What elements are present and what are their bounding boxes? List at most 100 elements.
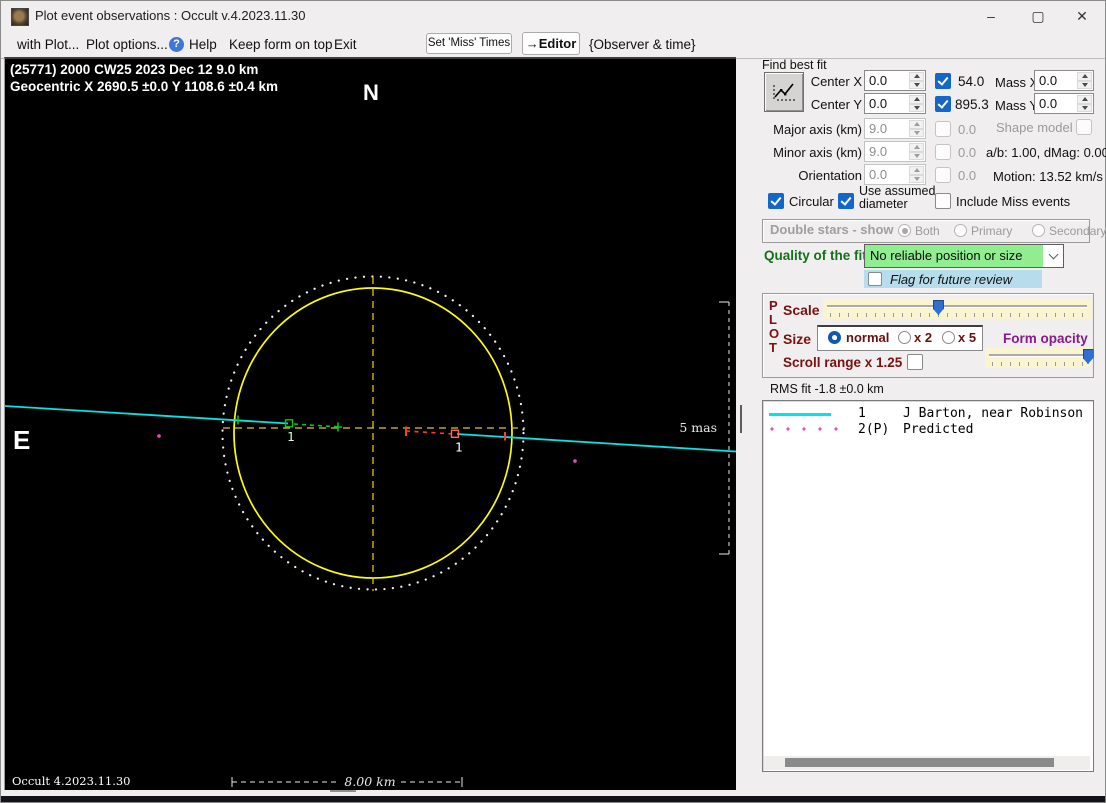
plot-letter-t: T xyxy=(769,340,777,355)
minor-axis-spinner: 9.0 xyxy=(864,141,926,162)
use-assumed-diameter-checkbox[interactable] xyxy=(838,193,854,209)
circular-label: Circular xyxy=(789,194,834,209)
double-stars-primary-label: Primary xyxy=(971,224,1013,238)
scale-label: Scale xyxy=(783,302,820,318)
double-stars-secondary-radio xyxy=(1032,224,1045,237)
east-label: E xyxy=(13,425,30,455)
set-miss-times-button[interactable]: Set 'Miss' Times xyxy=(426,33,512,54)
minimize-button[interactable]: – xyxy=(968,1,1014,31)
center-y-spin-buttons[interactable] xyxy=(909,95,924,112)
orientation-label: Orientation xyxy=(798,168,862,183)
mass-x-spinner[interactable]: 0.0 xyxy=(1034,70,1094,91)
center-y-spinner[interactable]: 0.0 xyxy=(864,93,926,114)
orientation-spin-buttons xyxy=(909,166,924,183)
legend-name: Predicted xyxy=(903,422,974,437)
size-normal-radio[interactable] xyxy=(828,331,841,344)
menu-with-plot[interactable]: with Plot... xyxy=(17,37,79,52)
close-button[interactable]: ✕ xyxy=(1059,1,1105,31)
mass-y-label: Mass Y xyxy=(995,98,1039,113)
size-x2-radio[interactable] xyxy=(898,331,911,344)
horizontal-scrollbar[interactable] xyxy=(764,756,1090,770)
center-x-check-value: 54.0 xyxy=(958,74,985,89)
editor-button[interactable]: →Editor xyxy=(522,32,580,55)
horizontal-splitter-handle[interactable] xyxy=(330,790,356,792)
double-stars-both-label: Both xyxy=(915,224,940,238)
mass-y-spinner[interactable]: 0.0 xyxy=(1034,93,1094,114)
chord-cyan-right xyxy=(456,433,737,453)
find-best-fit-label: Find best fit xyxy=(762,58,827,72)
plot-controls-group: P L O T Scale Size normal x 2 x 5 Form o… xyxy=(762,293,1094,378)
plot-header-line2: Geocentric X 2690.5 ±0.0 Y 1108.6 ±0.4 k… xyxy=(10,79,278,94)
chevron-down-icon xyxy=(1048,249,1058,260)
center-y-check-value: 895.3 xyxy=(955,97,989,112)
orientation-checkbox xyxy=(935,167,951,183)
minor-axis-checkbox xyxy=(935,144,951,160)
center-x-label: Center X xyxy=(810,74,862,89)
center-x-spinner[interactable]: 0.0 xyxy=(864,70,926,91)
size-x5-radio[interactable] xyxy=(942,331,955,344)
double-stars-primary-radio xyxy=(954,224,967,237)
size-label: Size xyxy=(783,331,812,347)
scrollbar-thumb[interactable] xyxy=(785,758,1054,767)
menu-help[interactable]: Help xyxy=(189,37,217,52)
circular-checkbox[interactable] xyxy=(768,193,784,209)
scale-slider-track xyxy=(827,305,1087,307)
plot-header-line1: (25771) 2000 CW25 2023 Dec 12 9.0 km xyxy=(10,62,258,77)
vertical-splitter-handle[interactable] xyxy=(740,405,742,433)
mass-x-value[interactable]: 0.0 xyxy=(1035,71,1076,90)
menu-keep-on-top[interactable]: Keep form on top xyxy=(229,37,333,52)
size-x2-label: x 2 xyxy=(914,330,933,345)
rms-fit-label: RMS fit -1.8 ±0.0 km xyxy=(770,382,884,396)
size-x5-label: x 5 xyxy=(958,330,977,345)
center-x-spin-buttons[interactable] xyxy=(909,72,924,89)
menu-exit[interactable]: Exit xyxy=(334,37,357,52)
include-miss-events-label: Include Miss events xyxy=(956,194,1071,209)
predicted-dot xyxy=(157,434,161,438)
double-stars-secondary-label: Secondary xyxy=(1049,224,1106,238)
plot-letter-l: L xyxy=(769,312,777,327)
app-icon xyxy=(11,8,29,26)
mass-y-spin-buttons[interactable] xyxy=(1077,95,1092,112)
dropdown-button[interactable] xyxy=(1043,245,1063,267)
maximize-button[interactable]: ▢ xyxy=(1015,1,1061,31)
form-opacity-slider[interactable] xyxy=(985,348,1094,368)
flag-review-checkbox[interactable] xyxy=(868,272,882,286)
center-x-checkbox[interactable] xyxy=(935,73,951,89)
app-window: Plot event observations : Occult v.4.202… xyxy=(0,0,1106,803)
menu-bar: with Plot... Plot options... ? Help Keep… xyxy=(1,31,1105,59)
plot-letter-o: O xyxy=(769,326,780,341)
center-y-value[interactable]: 0.0 xyxy=(865,94,908,113)
menu-plot-options[interactable]: Plot options... xyxy=(86,37,168,52)
orientation-check-value: 0.0 xyxy=(958,168,977,183)
major-axis-value: 9.0 xyxy=(869,121,888,136)
shape-model-label: Shape model xyxy=(996,120,1073,135)
form-opacity-ticks xyxy=(992,362,1086,366)
double-stars-title: Double stars - show xyxy=(770,222,894,237)
use-assumed-diameter-label: Use assumed diameter xyxy=(859,184,936,211)
quality-of-fit-label: Quality of the fit xyxy=(764,248,867,263)
major-axis-label: Major axis (km) xyxy=(773,122,862,137)
mass-x-spin-buttons[interactable] xyxy=(1077,72,1092,89)
help-icon: ? xyxy=(169,37,184,52)
quality-of-fit-value: No reliable position or size xyxy=(865,245,1043,267)
predicted-dot xyxy=(573,459,577,463)
window-bottom-edge xyxy=(1,796,1105,802)
form-opacity-track xyxy=(989,354,1087,356)
mas-scale-label: 5 mas xyxy=(679,420,717,435)
occultation-plot: (25771) 2000 CW25 2023 Dec 12 9.0 km Geo… xyxy=(4,62,737,789)
legend-name: J Barton, near Robinson xyxy=(903,406,1084,421)
scale-slider[interactable] xyxy=(823,299,1091,319)
chord2-label: 1 xyxy=(455,440,463,455)
plot-canvas[interactable]: (25771) 2000 CW25 2023 Dec 12 9.0 km Geo… xyxy=(4,57,737,790)
center-x-value[interactable]: 0.0 xyxy=(865,71,908,90)
include-miss-events-checkbox[interactable] xyxy=(935,193,951,209)
mass-y-value[interactable]: 0.0 xyxy=(1035,94,1076,113)
scroll-range-checkbox[interactable] xyxy=(907,354,923,370)
mass-x-label: Mass X xyxy=(995,75,1039,90)
orientation-value: 0.0 xyxy=(869,167,888,182)
quality-of-fit-dropdown[interactable]: No reliable position or size xyxy=(864,244,1064,268)
observations-listbox[interactable]: 1 J Barton, near Robinson 2(P) Predicted xyxy=(762,400,1094,772)
center-y-checkbox[interactable] xyxy=(935,96,951,112)
minor-axis-label: Minor axis (km) xyxy=(773,145,862,160)
title-bar: Plot event observations : Occult v.4.202… xyxy=(1,1,1105,31)
